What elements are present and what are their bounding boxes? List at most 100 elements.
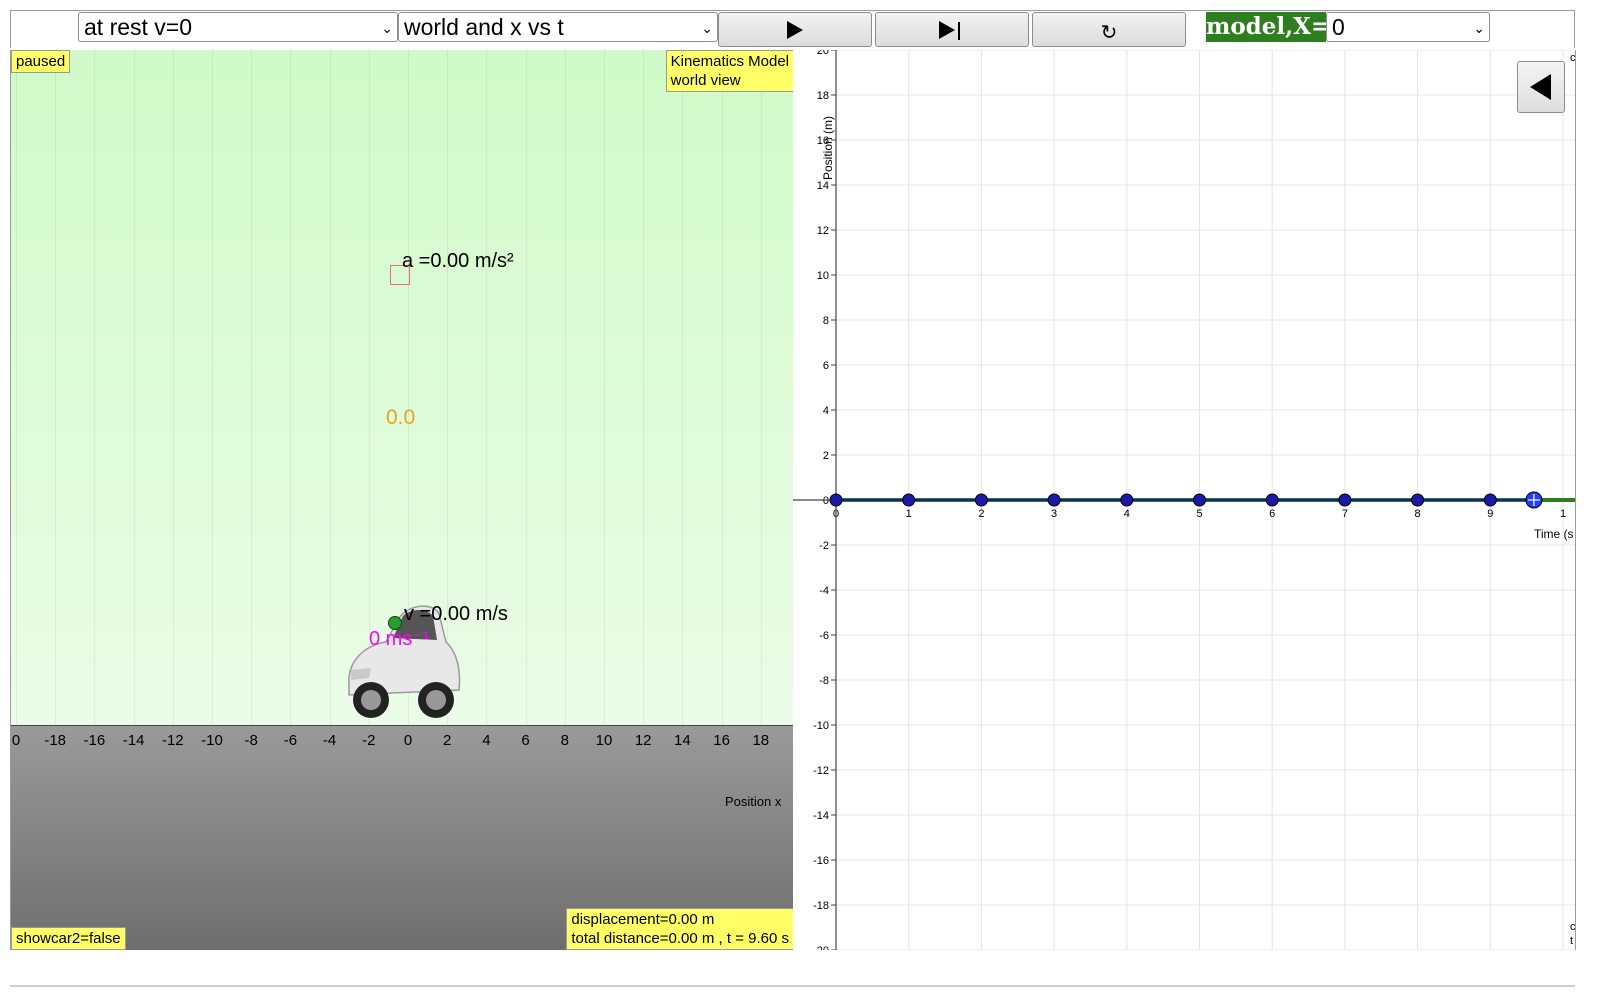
ground-line <box>11 725 794 726</box>
velocity-sub-label: 0 ms⁻¹ <box>369 628 430 650</box>
graph-y-tick-label: 0 <box>823 495 829 507</box>
graph-y-tick-label: 10 <box>817 270 829 282</box>
world-axis-tick-label: -16 <box>83 732 106 749</box>
graph-x-axis-label: Time (s <box>1534 527 1574 541</box>
graph-y-tick-label: -4 <box>819 585 829 597</box>
world-axis-tick-label: -12 <box>161 732 184 749</box>
graph-data-point <box>1047 493 1061 507</box>
displacement-tag: displacement=0.00 m total distance=0.00 … <box>566 908 794 950</box>
reset-icon: ↻ <box>1100 22 1118 44</box>
world-grid-line <box>16 50 17 725</box>
world-axis-tick-label: 18 <box>752 732 770 749</box>
graph-x-tick-label: 3 <box>1051 508 1057 520</box>
displacement-text: displacement=0.00 m <box>571 911 715 928</box>
world-axis-tick-label: 6 <box>521 732 530 749</box>
back-button[interactable] <box>1517 61 1565 113</box>
motion-select[interactable]: at rest v=0 ⌄ <box>78 12 398 42</box>
graph-data-point <box>1120 493 1134 507</box>
view-select-value: world and x vs t <box>404 14 564 40</box>
chevron-down-icon: ⌄ <box>701 20 713 36</box>
graph-y-tick-label: 2 <box>823 450 829 462</box>
motion-select-value: at rest v=0 <box>84 14 193 40</box>
chevron-down-icon: ⌄ <box>381 20 393 36</box>
graph-data-point <box>1483 493 1497 507</box>
graph-y-tick-label: 8 <box>823 315 829 327</box>
graph-y-tick-label: -20 <box>813 945 829 950</box>
world-axis-tick-label: -4 <box>322 732 337 749</box>
page-divider <box>10 985 1575 987</box>
status-tag: paused <box>11 50 71 73</box>
world-axis-tick-label: 0 <box>403 732 413 749</box>
graph-x-tick-label: 8 <box>1415 508 1421 520</box>
world-grid-line <box>172 50 174 725</box>
graph-x-tick-label: 5 <box>1196 508 1202 520</box>
graph-y-tick-label: -16 <box>813 855 829 867</box>
graph-y-tick-label: -2 <box>819 540 829 552</box>
world-axis-tick-label: -6 <box>283 732 298 749</box>
world-axis-tick-label: -18 <box>44 732 67 749</box>
world-axis-tick-label: 10 <box>595 732 613 749</box>
graph-y-tick-label: -6 <box>819 630 829 642</box>
graph-corner-bottom: c t <box>1570 921 1576 947</box>
world-grid-line <box>133 50 135 725</box>
world-grid-line <box>290 50 292 725</box>
graph-y-tick-label: 18 <box>817 90 829 102</box>
graph-x-tick-label: 4 <box>1124 508 1130 520</box>
step-forward-icon <box>939 21 960 40</box>
axis-label: Position x <box>725 794 782 809</box>
view-select[interactable]: world and x vs t ⌄ <box>398 12 718 42</box>
world-axis-tick-label: -14 <box>122 732 145 749</box>
world-grid-line <box>94 50 96 725</box>
graph-data-point <box>902 493 916 507</box>
graph-x-tick-label: 9 <box>1487 508 1493 520</box>
graph-data-point <box>1411 493 1425 507</box>
position-time-graph[interactable]: 20 18 16 14 12 10 8 6 4 2 0 -2 -4 -6 -8 -10 -12 -14 -16 -18… <box>793 50 1576 950</box>
world-grid-line <box>721 50 723 725</box>
world-grid-line <box>329 50 331 725</box>
graph-data-point <box>1338 493 1352 507</box>
world-axis-tick-label: 12 <box>634 732 652 749</box>
world-grid-line <box>604 50 605 725</box>
graph-x-tick-label: 2 <box>978 508 984 520</box>
graph-y-tick-label: 20 <box>817 50 829 57</box>
graph-x-tick-label: 6 <box>1269 508 1275 520</box>
graph-data-point <box>1193 493 1206 507</box>
graph-plot: 20181614121086420-2-4-6-8-10-12-14-16-18… <box>793 50 1575 950</box>
graph-y-tick-label: 12 <box>817 225 829 237</box>
graph-data-point <box>829 493 843 507</box>
world-grid-line <box>643 50 645 725</box>
graph-y-tick-label: 14 <box>817 180 829 192</box>
graph-y-tick-label: -18 <box>813 900 829 912</box>
reset-button[interactable]: ↻ <box>1032 12 1186 47</box>
world-grid-line <box>760 50 762 725</box>
world-axis-tick-label: -10 <box>201 732 223 749</box>
graph-y-tick-label: -10 <box>813 720 829 732</box>
world-grid-line <box>564 50 566 725</box>
step-button[interactable] <box>875 12 1029 47</box>
world-axis-tick-label: 2 <box>443 732 452 749</box>
acceleration-label: a =0.00 m/s² <box>402 250 514 272</box>
velocity-label: v =0.00 m/s <box>404 603 508 625</box>
graph-y-tick-label: -12 <box>813 765 829 777</box>
center-value: 0.0 <box>386 406 416 429</box>
world-axis-tick-label: 4 <box>482 732 491 749</box>
graph-x-tick-label: 7 <box>1342 508 1348 520</box>
chevron-down-icon: ⌄ <box>1473 20 1485 36</box>
graph-y-tick-label: -14 <box>813 810 829 822</box>
world-view[interactable]: 0-18-16-14-12-10-8-6-4-20246810121416182… <box>10 50 794 950</box>
model-select-value: 0 <box>1332 14 1345 40</box>
world-grid-line <box>525 50 527 725</box>
graph-data-point <box>1265 493 1279 507</box>
graph-corner-top: c <box>1570 52 1576 64</box>
world-axis-tick-label: -2 <box>362 732 376 749</box>
play-button[interactable] <box>718 12 872 47</box>
world-grid-line <box>55 50 57 725</box>
world-axis-tick-label: 8 <box>560 732 569 749</box>
world-axis-tick-label: 14 <box>674 732 691 749</box>
world-axis-tick-label: 16 <box>713 732 730 749</box>
showcar-tag: showcar2=false <box>11 927 126 950</box>
model-select[interactable]: 0 ⌄ <box>1326 12 1490 42</box>
title-tag-line1: Kinematics Model <box>670 53 789 70</box>
play-icon <box>787 21 803 39</box>
graph-x-tick-label: 1 <box>1560 508 1566 520</box>
